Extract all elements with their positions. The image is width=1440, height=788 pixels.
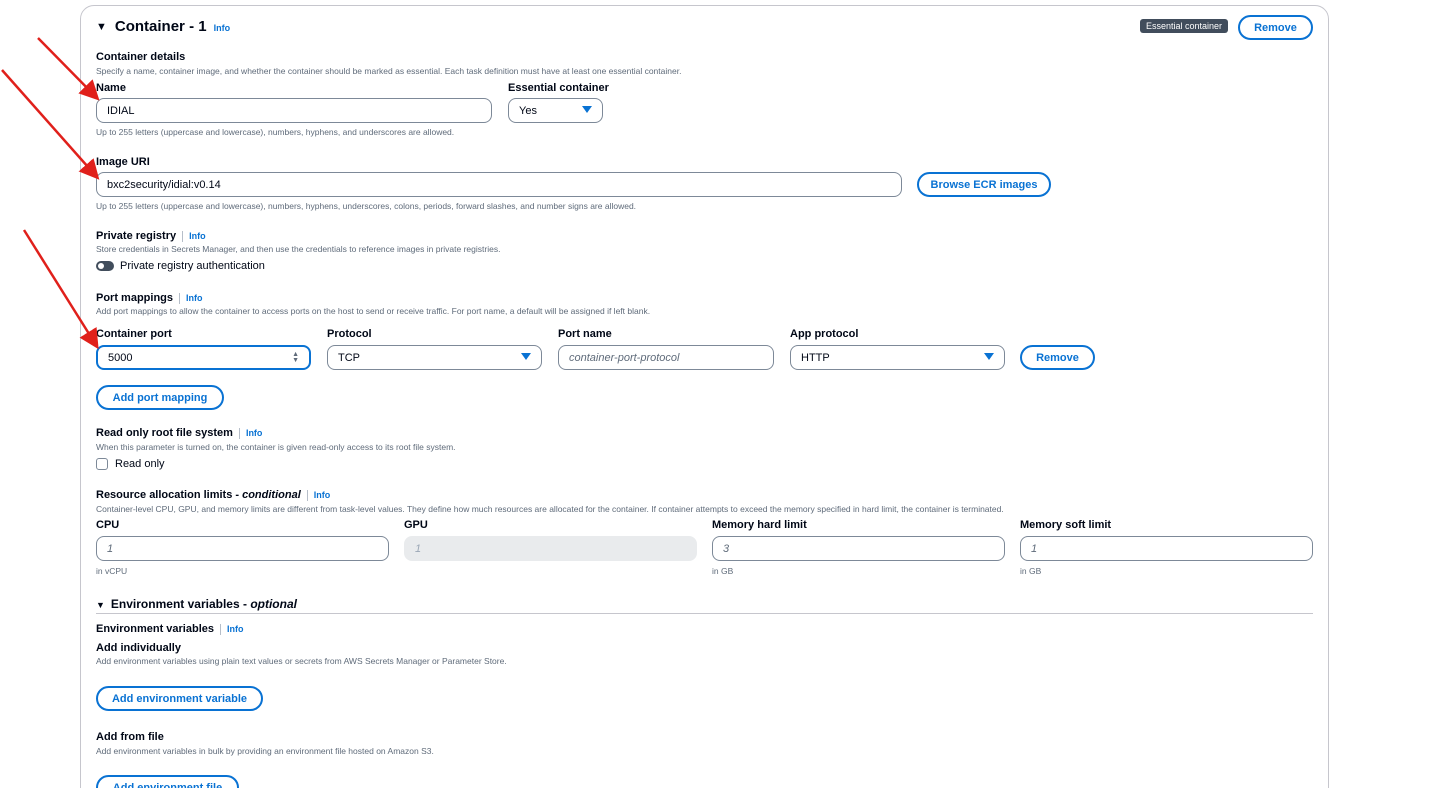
- caret-down-icon: [984, 353, 994, 360]
- add-environment-file-button[interactable]: Add environment file: [96, 775, 239, 788]
- info-link[interactable]: Info: [189, 231, 206, 241]
- add-from-file-title: Add from file: [96, 731, 164, 743]
- container-details-description: Specify a name, container image, and whe…: [96, 66, 682, 76]
- memory-hard-hint: in GB: [712, 566, 734, 576]
- readonly-title: Read only root file system Info: [96, 427, 262, 439]
- readonly-title-text: Read only root file system: [96, 427, 233, 439]
- add-from-file-description: Add environment variables in bulk by pro…: [96, 746, 434, 756]
- container-header[interactable]: ▼ Container - 1 Info: [96, 18, 230, 35]
- caret-down-icon: [521, 353, 531, 360]
- app-protocol-label: App protocol: [790, 328, 859, 340]
- private-registry-title: Private registry Info: [96, 230, 206, 242]
- add-environment-variable-button[interactable]: Add environment variable: [96, 686, 263, 711]
- protocol-select[interactable]: TCP: [327, 345, 542, 370]
- memory-hard-input[interactable]: 3: [712, 536, 1005, 561]
- cpu-label: CPU: [96, 519, 120, 531]
- resources-title-suffix: conditional: [242, 489, 301, 501]
- info-link[interactable]: Info: [227, 624, 244, 634]
- app-protocol-select-value: HTTP: [801, 351, 830, 364]
- memory-soft-hint: in GB: [1020, 566, 1042, 576]
- browse-ecr-button[interactable]: Browse ECR images: [917, 172, 1051, 197]
- add-individually-description: Add environment variables using plain te…: [96, 656, 507, 666]
- collapse-triangle-icon[interactable]: ▼: [96, 21, 107, 33]
- gpu-input: 1: [404, 536, 697, 561]
- image-uri-label: Image URI: [96, 156, 150, 168]
- info-link[interactable]: Info: [186, 293, 203, 303]
- cpu-input[interactable]: 1: [96, 536, 389, 561]
- memory-hard-label: Memory hard limit: [712, 519, 807, 531]
- private-registry-title-text: Private registry: [96, 230, 177, 242]
- env-subtitle: Environment variables Info: [96, 623, 244, 635]
- add-individually-title: Add individually: [96, 642, 181, 654]
- add-port-mapping-button[interactable]: Add port mapping: [96, 385, 224, 410]
- private-registry-description: Store credentials in Secrets Manager, an…: [96, 244, 501, 254]
- env-section-suffix: optional: [250, 597, 297, 611]
- readonly-checkbox-label: Read only: [115, 458, 165, 470]
- spinner-icon[interactable]: ▲ ▼: [292, 351, 299, 364]
- port-mappings-title: Port mappings Info: [96, 292, 203, 304]
- name-input[interactable]: IDIAL: [96, 98, 492, 123]
- port-name-label: Port name: [558, 328, 612, 340]
- name-label: Name: [96, 82, 126, 94]
- container-port-value: 5000: [108, 351, 133, 364]
- essential-select[interactable]: Yes: [508, 98, 603, 123]
- resources-title-prefix: Resource allocation limits -: [96, 489, 243, 501]
- memory-soft-input[interactable]: 1: [1020, 536, 1313, 561]
- info-link[interactable]: Info: [314, 490, 331, 500]
- image-uri-input[interactable]: bxc2security/idial:v0.14: [96, 172, 902, 197]
- app-protocol-select[interactable]: HTTP: [790, 345, 1005, 370]
- image-uri-hint: Up to 255 letters (uppercase and lowerca…: [96, 201, 637, 211]
- caret-down-icon: [582, 106, 592, 113]
- readonly-description: When this parameter is turned on, the co…: [96, 442, 456, 452]
- container-details-title: Container details: [96, 51, 186, 63]
- container-port-label: Container port: [96, 328, 172, 340]
- essential-badge: Essential container: [1140, 19, 1229, 33]
- protocol-label: Protocol: [327, 328, 372, 340]
- cpu-hint: in vCPU: [96, 566, 128, 576]
- memory-soft-label: Memory soft limit: [1020, 519, 1112, 531]
- resources-description: Container-level CPU, GPU, and memory lim…: [96, 504, 1004, 514]
- remove-container-button[interactable]: Remove: [1238, 15, 1313, 40]
- essential-select-value: Yes: [519, 104, 537, 117]
- name-hint: Up to 255 letters (uppercase and lowerca…: [96, 127, 455, 137]
- collapse-triangle-icon[interactable]: ▼: [96, 600, 105, 610]
- private-registry-toggle-label: Private registry authentication: [120, 260, 265, 272]
- private-registry-toggle[interactable]: [96, 261, 114, 271]
- divider: [96, 613, 1313, 614]
- essential-label: Essential container: [508, 82, 609, 94]
- env-section-header[interactable]: ▼ Environment variables - optional: [96, 597, 297, 611]
- env-subtitle-text: Environment variables: [96, 623, 214, 635]
- readonly-checkbox[interactable]: [96, 458, 108, 470]
- gpu-label: GPU: [404, 519, 428, 531]
- port-mappings-title-text: Port mappings: [96, 292, 174, 304]
- container-port-input[interactable]: 5000 ▲ ▼: [96, 345, 311, 370]
- container-title: Container - 1: [114, 18, 207, 35]
- info-link[interactable]: Info: [214, 23, 231, 33]
- env-section-prefix: Environment variables -: [110, 597, 251, 611]
- resources-title: Resource allocation limits - conditional…: [96, 489, 330, 501]
- protocol-select-value: TCP: [338, 351, 360, 364]
- info-link[interactable]: Info: [246, 428, 263, 438]
- remove-port-mapping-button[interactable]: Remove: [1020, 345, 1095, 370]
- port-mappings-description: Add port mappings to allow the container…: [96, 306, 651, 316]
- port-name-input[interactable]: container-port-protocol: [558, 345, 774, 370]
